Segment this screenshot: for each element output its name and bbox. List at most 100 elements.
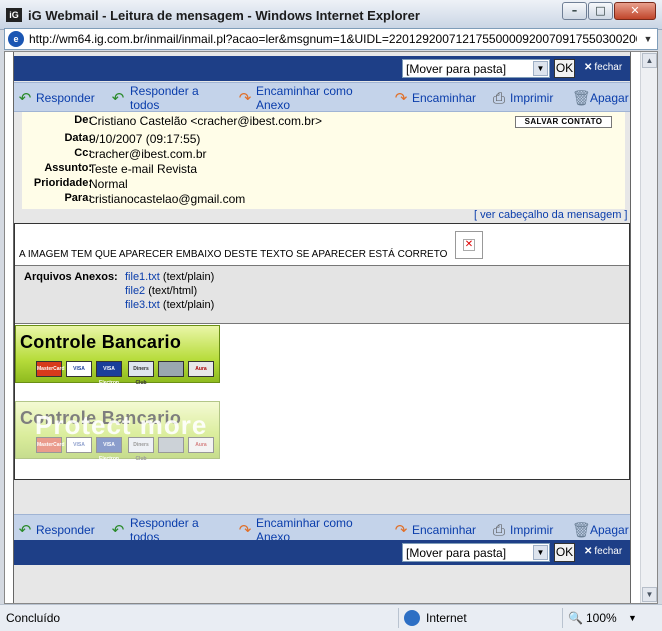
attachment-item[interactable]: file2 (text/html) — [125, 285, 197, 297]
trash-icon: 🗑 — [572, 90, 592, 107]
print-label: Imprimir — [510, 523, 554, 537]
zoom-dropdown-icon[interactable]: ▼ — [628, 613, 637, 623]
broken-image-icon: ✕ — [455, 231, 483, 259]
ie-page-icon: e — [8, 31, 24, 47]
close-message-label: fechar — [594, 62, 623, 73]
close-message-link[interactable]: ✕ fechar — [584, 62, 623, 73]
priority-value: Normal — [89, 177, 128, 191]
close-message-link[interactable]: ✕ fechar — [584, 546, 623, 557]
reply-label: Responder — [36, 91, 95, 105]
vertical-scrollbar[interactable]: ▲ ▼ — [640, 52, 657, 603]
forward-label: Encaminhar — [412, 523, 477, 537]
forward-arrow-icon: ↷ — [394, 90, 408, 107]
date-label: Data: — [64, 132, 92, 144]
maximize-button[interactable]: □ — [588, 2, 613, 20]
card-logo — [158, 361, 184, 377]
window-titlebar[interactable]: iG iG Webmail - Leitura de mensagem - Wi… — [0, 0, 662, 30]
body-text: A IMAGEM TEM QUE APARECER EMBAIXO DESTE … — [19, 249, 448, 260]
delete-label: Apagar — [590, 91, 629, 105]
status-divider — [562, 608, 563, 628]
visa-electron-logo: VISA Electron — [96, 361, 122, 386]
browser-content: [Mover para pasta] ▼ OK ✕ fechar ↶ Respon… — [4, 51, 658, 604]
mastercard-logo: MasterCard — [36, 361, 65, 377]
attachment-link[interactable]: file2 — [125, 285, 145, 297]
bottom-action-bar: [Mover para pasta] ▼ OK ✕ fechar — [14, 540, 630, 565]
chevron-down-icon[interactable]: ▼ — [533, 545, 548, 560]
subject-value: Teste e-mail Revista — [89, 162, 198, 176]
header-from: De: Cristiano Castelão <cracher@ibest.co… — [22, 114, 625, 129]
reply-arrow-icon: ↶ — [18, 522, 32, 539]
window-title: iG Webmail - Leitura de mensagem - Windo… — [28, 8, 420, 23]
header-date: Data: 9/10/2007 (09:17:55) — [22, 132, 625, 147]
chevron-down-icon[interactable]: ▼ — [533, 61, 548, 76]
close-icon: ✕ — [584, 546, 593, 557]
aura-logo: Aura — [188, 361, 214, 377]
forward-label: Encaminhar — [412, 91, 477, 105]
header-to: Para: cristianocastelao@gmail.com — [22, 192, 625, 207]
from-value: Cristiano Castelão <cracher@ibest.com.br… — [89, 114, 322, 128]
attachment-link[interactable]: file3.txt — [125, 299, 160, 311]
forward-arrow-icon: ↷ — [394, 522, 408, 539]
reply-label: Responder — [36, 523, 95, 537]
view-headers-link[interactable]: [ ver cabeçalho da mensagem ] — [474, 209, 627, 221]
controle-bancario-banner: Controle Bancario MasterCard VISA VISA E… — [15, 325, 220, 386]
status-text: Concluído — [6, 611, 61, 625]
attachment-link[interactable]: file1.txt — [125, 271, 160, 283]
header-subject: Assunto: Teste e-mail Revista — [22, 162, 625, 177]
status-divider — [398, 608, 399, 628]
reply-arrow-icon: ↶ — [18, 90, 32, 107]
save-contact-button[interactable]: SALVAR CONTATO — [515, 116, 612, 128]
date-value: 9/10/2007 (09:17:55) — [89, 132, 201, 146]
printer-icon: ⎙ — [492, 90, 505, 107]
address-url[interactable]: http://wm64.ig.com.br/inmail/inmail.pl?a… — [29, 32, 637, 46]
move-folder-select[interactable]: [Mover para pasta] ▼ — [402, 59, 550, 78]
move-folder-select[interactable]: [Mover para pasta] ▼ — [402, 543, 550, 562]
forward-as-attachment-label: Encaminhar como Anexo — [256, 84, 353, 112]
header-priority: Prioridade: Normal — [22, 177, 625, 192]
zoom-level[interactable]: 100% — [586, 611, 617, 625]
banner-title: Controle Bancario — [20, 332, 182, 352]
to-value: cristianocastelao@gmail.com — [89, 192, 246, 206]
address-dropdown-icon[interactable]: ▼ — [641, 31, 655, 47]
attachments-section: Arquivos Anexos: file1.txt (text/plain) … — [15, 265, 629, 324]
cc-value: cracher@ibest.com.br — [89, 147, 207, 161]
reply-all-arrow-icon: ↶ — [111, 522, 125, 539]
attachment-type: (text/plain) — [162, 271, 215, 283]
subject-label: Assunto: — [44, 162, 92, 174]
reply-all-label: Responder a todos — [130, 84, 199, 112]
minimize-button[interactable]: – — [562, 2, 587, 20]
close-window-button[interactable]: ✕ — [614, 2, 656, 20]
ig-logo-icon: iG — [6, 8, 22, 22]
attachment-item[interactable]: file3.txt (text/plain) — [125, 299, 214, 311]
printer-icon: ⎙ — [492, 522, 505, 539]
scroll-up-icon[interactable]: ▲ — [642, 53, 657, 68]
attachment-type: (text/plain) — [162, 299, 215, 311]
header-cc: Cc: cracher@ibest.com.br — [22, 147, 625, 162]
priority-label: Prioridade: — [33, 177, 92, 189]
ok-button[interactable]: OK — [554, 543, 575, 562]
close-icon: ✕ — [584, 62, 593, 73]
visa-logo: VISA — [66, 361, 92, 377]
attachments-label: Arquivos Anexos: — [24, 271, 118, 283]
forward-arrow-icon: ↷ — [238, 90, 252, 107]
message-headers: De: Cristiano Castelão <cracher@ibest.co… — [22, 112, 625, 209]
diners-club-logo: Diners Club — [128, 361, 154, 386]
reply-all-arrow-icon: ↶ — [111, 90, 125, 107]
forward-arrow-icon: ↷ — [238, 522, 252, 539]
close-message-label: fechar — [594, 546, 623, 557]
internet-zone-icon — [404, 610, 420, 626]
address-bar[interactable]: e http://wm64.ig.com.br/inmail/inmail.pl… — [4, 28, 658, 50]
message-toolbar-top: ↶ Responder ↶ Responder a todos ↷ Encamin… — [14, 82, 630, 112]
attachment-type: (text/html) — [148, 285, 198, 297]
attachment-item[interactable]: file1.txt (text/plain) — [125, 271, 214, 283]
zoom-icon[interactable]: 🔍 — [568, 611, 583, 625]
status-bar: Concluído Internet 🔍 100% ▼ — [0, 604, 662, 631]
print-label: Imprimir — [510, 91, 554, 105]
to-label: Para: — [64, 192, 92, 204]
ok-button[interactable]: OK — [554, 59, 575, 78]
watermark-text: Protect more — [35, 410, 208, 440]
top-action-bar: [Mover para pasta] ▼ OK ✕ fechar — [14, 56, 630, 81]
scroll-down-icon[interactable]: ▼ — [642, 587, 657, 602]
move-folder-select-value: [Mover para pasta] — [406, 546, 507, 560]
zone-label: Internet — [426, 611, 467, 625]
